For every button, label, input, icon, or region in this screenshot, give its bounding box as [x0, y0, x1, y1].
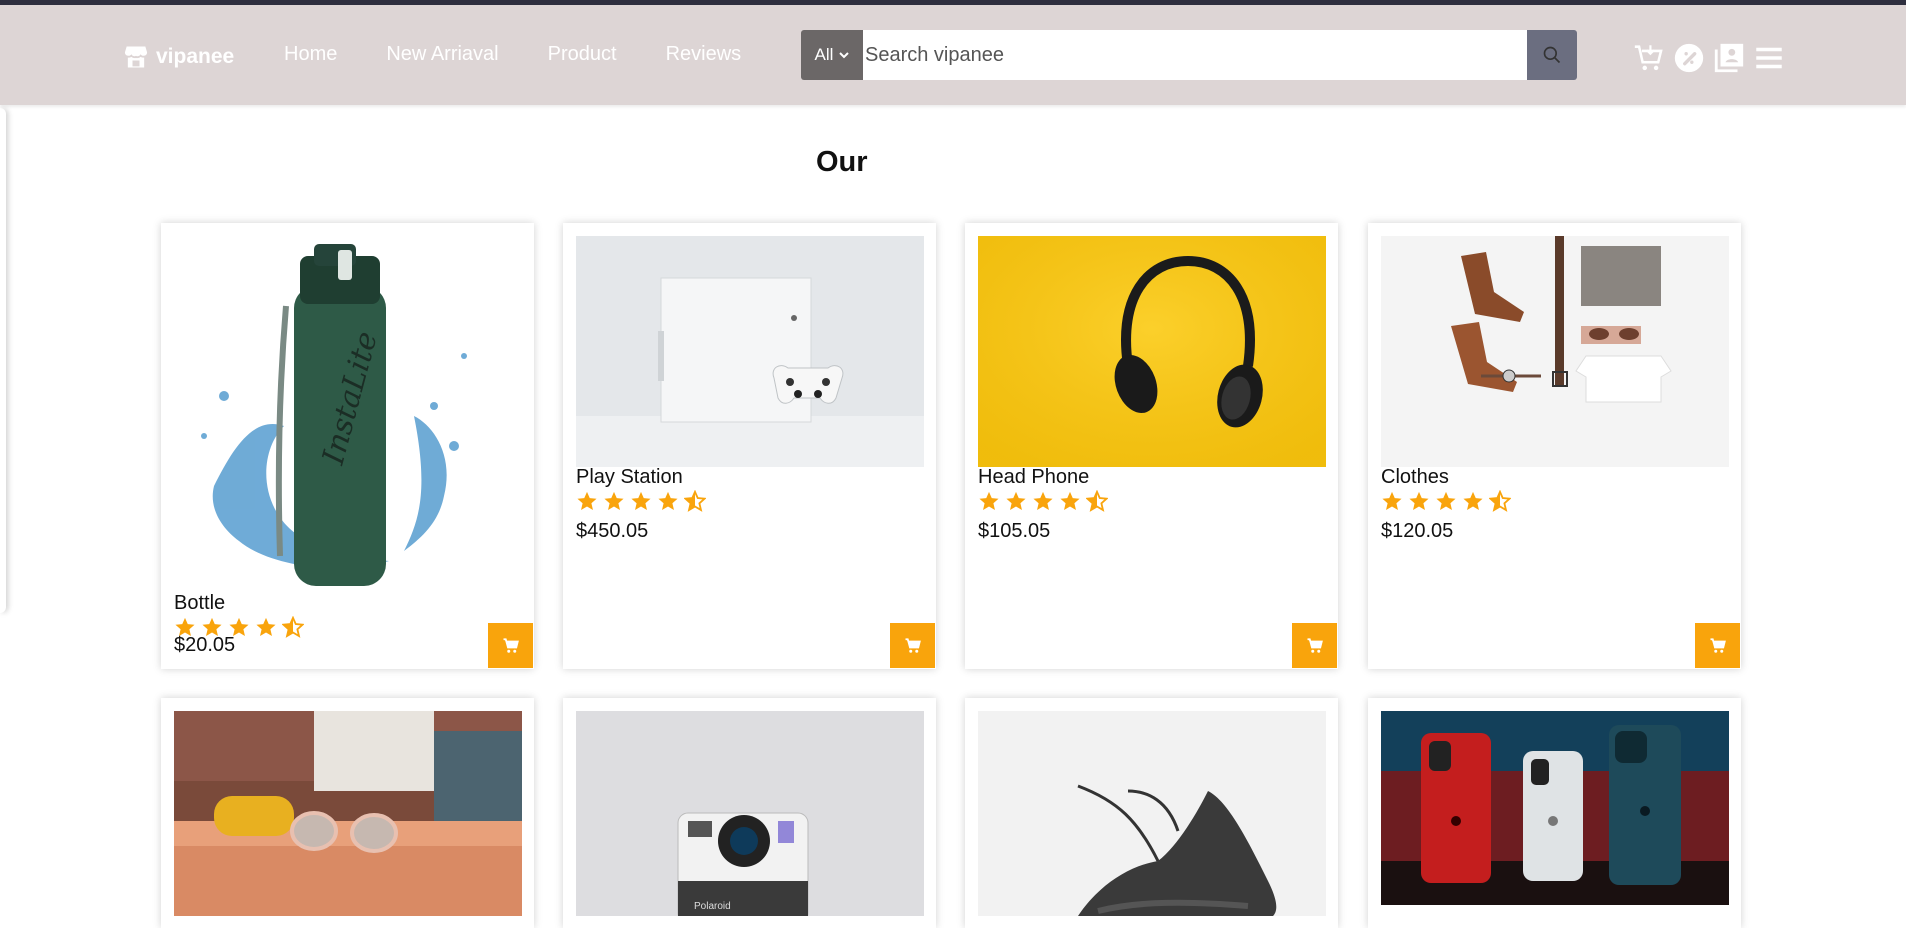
product-image-play-station[interactable]	[576, 236, 924, 467]
product-image-sneaker[interactable]	[978, 711, 1326, 916]
star-icon	[1033, 491, 1053, 510]
star-icon	[604, 491, 624, 510]
heading-our: Our	[816, 145, 868, 178]
main-nav: Home New Arriaval Product Reviews	[284, 43, 790, 66]
star-icon	[1436, 491, 1456, 510]
star-icon	[1006, 491, 1026, 510]
nav-reviews[interactable]: Reviews	[666, 43, 742, 66]
star-half-icon	[684, 490, 706, 512]
nav-product[interactable]: Product	[548, 43, 617, 66]
star-half-icon	[1489, 490, 1511, 512]
side-drawer-edge[interactable]	[0, 108, 6, 613]
header-icons	[1632, 41, 1786, 75]
product-name: Head Phone	[978, 466, 1090, 488]
star-icon	[1463, 491, 1483, 510]
product-price: $105.05	[978, 520, 1051, 542]
star-icon	[577, 491, 597, 510]
product-card[interactable]	[1368, 698, 1741, 928]
rating-stars	[1381, 490, 1511, 512]
product-card[interactable]: Play Station $450.05	[563, 223, 936, 669]
cart-icon	[503, 637, 519, 653]
product-card[interactable]: Polaroid	[563, 698, 936, 928]
product-image-instant-camera[interactable]: Polaroid	[576, 711, 924, 916]
star-icon	[1382, 491, 1402, 510]
star-half-icon	[282, 616, 304, 638]
product-image-clothes[interactable]	[1381, 236, 1729, 467]
library-icon[interactable]	[1712, 41, 1746, 75]
cart-icon	[1710, 637, 1726, 653]
product-price: $120.05	[1381, 520, 1454, 542]
store-icon	[124, 46, 148, 68]
product-image-head-phone[interactable]	[978, 236, 1326, 467]
search-bar: All	[801, 30, 1577, 80]
product-image-bottle[interactable]: InstaLite	[174, 236, 522, 594]
product-card[interactable]	[161, 698, 534, 928]
star-icon	[979, 491, 999, 510]
product-card[interactable]: Head Phone $105.05	[965, 223, 1338, 669]
heading-products: PRODUCTS	[872, 141, 1087, 184]
star-icon	[631, 491, 651, 510]
star-icon	[1060, 491, 1080, 510]
tag-icon[interactable]	[1672, 41, 1706, 75]
brand-name: vipanee	[156, 45, 235, 68]
svg-text:Polaroid: Polaroid	[694, 901, 731, 912]
product-name: Clothes	[1381, 466, 1449, 488]
product-name: Bottle	[174, 592, 226, 614]
nav-home[interactable]: Home	[284, 43, 337, 66]
product-price: $20.05	[174, 634, 236, 656]
navbar: vipanee Home New Arriaval Product Review…	[0, 5, 1906, 105]
add-to-cart-button[interactable]	[1292, 623, 1337, 668]
search-icon	[1543, 46, 1561, 64]
cart-icon	[905, 637, 921, 653]
rating-stars	[576, 490, 706, 512]
product-card[interactable]	[965, 698, 1338, 928]
product-card[interactable]: Clothes $120.05	[1368, 223, 1741, 669]
star-half-icon	[1086, 490, 1108, 512]
cart-icon[interactable]	[1632, 41, 1666, 75]
add-to-cart-button[interactable]	[890, 623, 935, 668]
star-icon	[1409, 491, 1429, 510]
brand-logo[interactable]: vipanee	[122, 41, 234, 73]
category-select[interactable]: All	[801, 30, 863, 80]
menu-icon[interactable]	[1752, 41, 1786, 75]
product-image-sunglasses[interactable]	[174, 711, 522, 916]
product-price: $450.05	[576, 520, 649, 542]
cart-icon	[1307, 637, 1323, 653]
search-input[interactable]	[863, 30, 1527, 80]
add-to-cart-button[interactable]	[488, 623, 533, 668]
add-to-cart-button[interactable]	[1695, 623, 1740, 668]
product-name: Play Station	[576, 466, 683, 488]
search-button[interactable]	[1527, 30, 1577, 80]
chevron-down-icon	[839, 52, 850, 59]
star-icon	[256, 617, 276, 636]
rating-stars	[978, 490, 1108, 512]
product-card[interactable]: InstaLite Bottle $20.05	[161, 223, 534, 669]
nav-new-arrival[interactable]: New Arriaval	[386, 43, 498, 66]
category-value: All	[814, 45, 834, 64]
product-image-smartphones[interactable]	[1381, 711, 1729, 905]
section-heading: Our PRODUCTS	[816, 140, 1086, 184]
star-icon	[658, 491, 678, 510]
